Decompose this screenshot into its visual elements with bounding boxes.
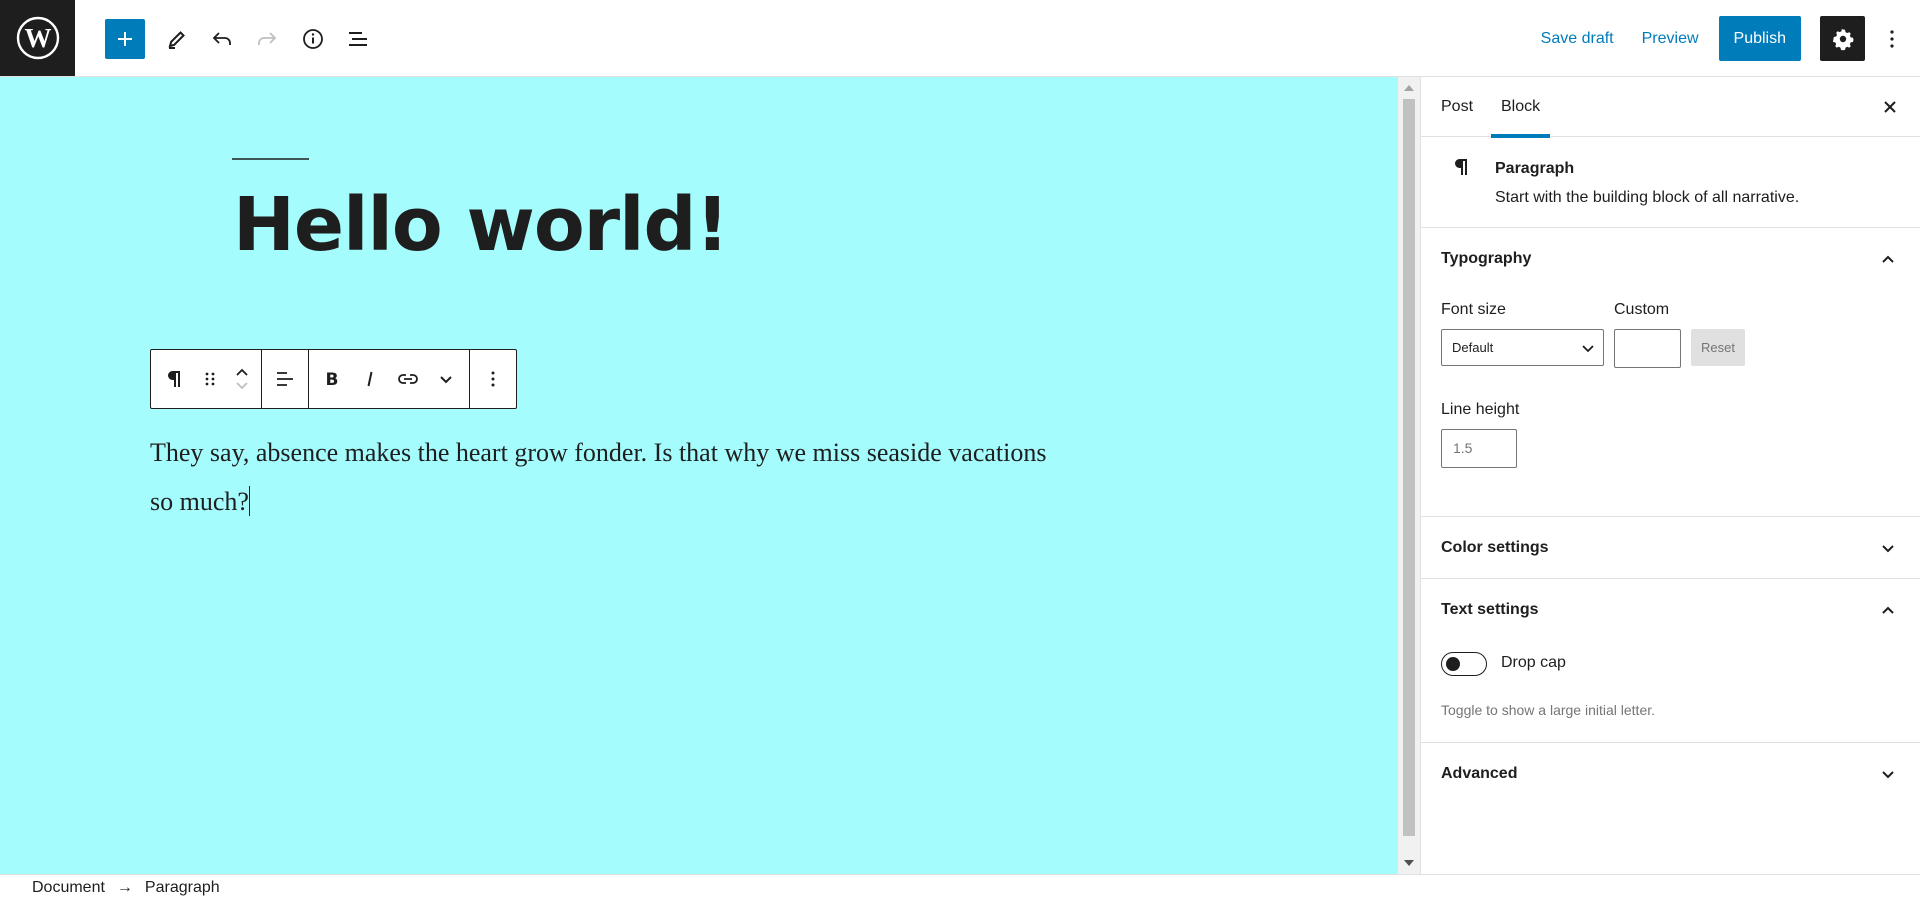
redo-button[interactable] xyxy=(247,19,287,59)
link-button[interactable] xyxy=(389,355,427,403)
font-size-selected: Default xyxy=(1452,340,1494,355)
post-title[interactable]: Hello world! xyxy=(233,182,729,268)
close-icon[interactable] xyxy=(1878,95,1902,119)
bold-button[interactable]: B xyxy=(313,355,351,403)
preview-button[interactable]: Preview xyxy=(1628,30,1713,48)
chevron-down-icon[interactable] xyxy=(1879,765,1897,783)
block-switcher-group xyxy=(151,350,262,408)
text-caret xyxy=(248,486,250,516)
canvas-scrollbar[interactable] xyxy=(1398,77,1420,874)
italic-icon xyxy=(367,371,373,387)
drag-handle-icon xyxy=(205,372,215,386)
block-card-title: Paragraph xyxy=(1495,160,1575,177)
more-options-button[interactable] xyxy=(1872,16,1912,61)
chevron-down-icon[interactable] xyxy=(1879,539,1897,557)
pilcrow-icon xyxy=(168,371,180,387)
undo-button[interactable] xyxy=(202,19,242,59)
chevron-up-icon[interactable] xyxy=(1879,250,1897,268)
more-vertical-icon xyxy=(1890,29,1894,48)
block-mover xyxy=(227,355,257,403)
block-card: Paragraph Start with the building block … xyxy=(1421,138,1920,228)
tab-block[interactable]: Block xyxy=(1491,77,1551,138)
drag-handle[interactable] xyxy=(193,355,227,403)
chevron-down-small-icon[interactable] xyxy=(232,379,252,393)
block-toolbar: B xyxy=(150,349,517,409)
line-height-label: Line height xyxy=(1441,401,1520,418)
redo-icon xyxy=(258,32,277,45)
font-size-select[interactable]: Default xyxy=(1441,329,1604,366)
block-breadcrumb: Document → Paragraph xyxy=(0,874,1920,901)
list-view-button[interactable] xyxy=(338,19,378,59)
scroll-down-arrow-icon[interactable] xyxy=(1404,860,1414,866)
alignment-group xyxy=(262,350,309,408)
gear-icon xyxy=(1832,28,1853,50)
color-settings-toggle[interactable]: Color settings xyxy=(1441,517,1549,579)
advanced-panel: Advanced xyxy=(1421,743,1920,805)
add-block-button[interactable] xyxy=(105,19,145,59)
text-settings-panel: Text settings Drop cap Toggle to show a … xyxy=(1421,579,1920,743)
title-separator xyxy=(232,158,309,160)
italic-button[interactable] xyxy=(351,355,389,403)
toggle-knob xyxy=(1446,657,1460,671)
chevron-up-icon[interactable] xyxy=(1879,601,1897,619)
chevron-down-icon xyxy=(1582,345,1594,353)
reset-font-size-button[interactable]: Reset xyxy=(1691,329,1745,366)
options-group xyxy=(470,350,516,408)
scroll-up-arrow-icon[interactable] xyxy=(1404,85,1414,91)
align-left-icon xyxy=(277,372,293,386)
align-button[interactable] xyxy=(266,355,304,403)
color-settings-panel: Color settings xyxy=(1421,517,1920,579)
svg-text:W: W xyxy=(24,23,51,53)
scroll-thumb[interactable] xyxy=(1403,99,1415,836)
custom-font-size-input[interactable] xyxy=(1614,329,1681,368)
top-right-actions: Save draft Preview Publish xyxy=(1527,0,1920,77)
chevron-down-icon xyxy=(440,376,452,384)
paragraph-text: They say, absence makes the heart grow f… xyxy=(150,438,1047,516)
block-card-description: Start with the building block of all nar… xyxy=(1495,189,1800,206)
svg-text:B: B xyxy=(326,370,339,390)
link-icon xyxy=(398,374,418,384)
drop-cap-label: Drop cap xyxy=(1501,654,1566,671)
info-icon xyxy=(303,29,323,49)
font-size-label: Font size xyxy=(1441,301,1506,318)
breadcrumb-document[interactable]: Document xyxy=(32,879,105,897)
block-options-button[interactable] xyxy=(474,355,512,403)
drop-cap-help-text: Toggle to show a large initial letter. xyxy=(1441,702,1656,718)
line-height-input[interactable]: 1.5 xyxy=(1441,429,1517,468)
format-group: B xyxy=(309,350,470,408)
save-draft-button[interactable]: Save draft xyxy=(1527,30,1628,48)
details-button[interactable] xyxy=(293,19,333,59)
settings-sidebar: Post Block Paragraph Start with the buil… xyxy=(1420,77,1920,874)
more-vertical-icon xyxy=(491,371,495,387)
wordpress-logo-icon[interactable]: W xyxy=(0,0,75,76)
typography-panel-toggle[interactable]: Typography xyxy=(1441,228,1531,290)
pilcrow-icon xyxy=(1455,159,1467,175)
drop-cap-toggle[interactable] xyxy=(1441,652,1487,676)
advanced-toggle[interactable]: Advanced xyxy=(1441,743,1517,805)
tab-post[interactable]: Post xyxy=(1441,77,1473,137)
chevron-up-icon[interactable] xyxy=(232,365,252,379)
undo-icon xyxy=(212,32,231,45)
list-view-icon xyxy=(349,32,367,46)
bold-icon: B xyxy=(326,370,339,390)
top-toolbar: W Save draft Preview Publish xyxy=(0,0,1920,77)
settings-button[interactable] xyxy=(1820,16,1865,61)
sidebar-tabs: Post Block xyxy=(1421,77,1920,138)
plus-icon xyxy=(118,32,132,46)
publish-button[interactable]: Publish xyxy=(1718,16,1801,61)
editor-canvas[interactable]: Hello world! B They say, absence makes t… xyxy=(0,77,1398,874)
breadcrumb-paragraph: Paragraph xyxy=(144,879,220,896)
text-settings-toggle[interactable]: Text settings xyxy=(1441,579,1539,641)
typography-panel: Typography Font size Custom Default Rese… xyxy=(1421,228,1920,517)
custom-size-label: Custom xyxy=(1614,301,1670,318)
tools-button[interactable] xyxy=(157,19,197,59)
paragraph-block[interactable]: They say, absence makes the heart grow f… xyxy=(150,428,1070,526)
more-rich-text-button[interactable] xyxy=(427,355,465,403)
breadcrumb-separator: → xyxy=(116,879,133,896)
pencil-icon xyxy=(168,31,185,49)
paragraph-block-button[interactable] xyxy=(155,355,193,403)
